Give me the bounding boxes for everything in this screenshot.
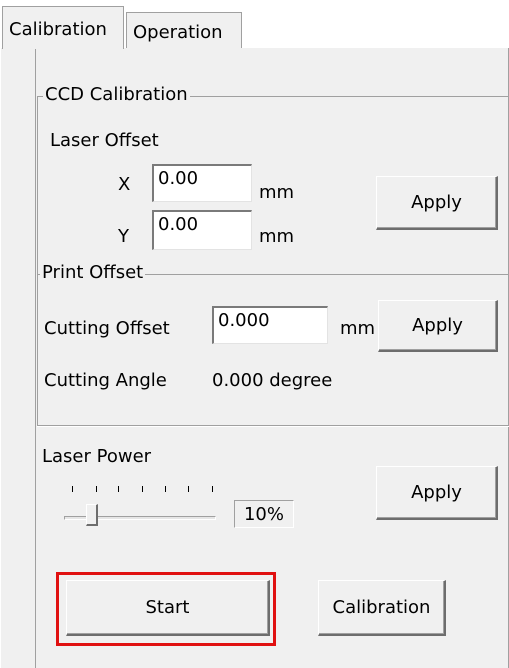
ccd-group-left-line [37, 96, 38, 426]
x-offset-input[interactable]: 0.00 [152, 164, 252, 202]
start-button-label: Start [145, 597, 190, 618]
panel-left-edge [35, 48, 36, 668]
ccd-apply-button[interactable]: Apply [376, 176, 498, 230]
slider-tick [165, 486, 166, 492]
laser-power-value: 10% [243, 503, 284, 525]
slider-tick [212, 486, 213, 492]
laser-power-label: Laser Power [42, 446, 152, 467]
print-offset-apply-button[interactable]: Apply [378, 300, 498, 352]
slider-tick [142, 486, 143, 492]
laser-power-separator-highlight [37, 426, 509, 427]
y-label: Y [118, 226, 129, 247]
ccd-calibration-legend: CCD Calibration [43, 84, 190, 105]
laser-offset-label: Laser Offset [50, 130, 159, 151]
y-offset-input[interactable]: 0.00 [152, 210, 252, 250]
cutting-offset-label: Cutting Offset [44, 318, 170, 339]
laser-power-value-box: 10% [234, 500, 294, 528]
print-offset-legend: Print Offset [40, 262, 146, 283]
tab-operation-label: Operation [133, 22, 223, 43]
cutting-offset-unit: mm [340, 318, 376, 339]
slider-tick [118, 486, 119, 492]
start-button[interactable]: Start [66, 580, 270, 636]
tab-calibration[interactable]: Calibration [2, 6, 124, 49]
cutting-offset-input[interactable]: 0.000 [212, 306, 328, 344]
tab-calibration-label: Calibration [9, 19, 107, 40]
calibration-button-label: Calibration [332, 597, 431, 618]
laser-power-apply-label: Apply [411, 482, 462, 503]
slider-tick [188, 486, 189, 492]
calibration-button[interactable]: Calibration [318, 580, 446, 636]
slider-tick [96, 486, 97, 492]
laser-power-apply-button[interactable]: Apply [376, 466, 498, 520]
laser-power-slider-thumb[interactable] [86, 504, 98, 526]
cutting-angle-value: 0.000 degree [212, 370, 333, 391]
x-unit-label: mm [259, 182, 295, 203]
x-label: X [118, 174, 131, 195]
print-offset-apply-label: Apply [412, 315, 463, 336]
slider-tick [72, 486, 73, 492]
cutting-angle-label: Cutting Angle [44, 370, 167, 391]
ccd-apply-label: Apply [411, 192, 462, 213]
y-unit-label: mm [259, 226, 295, 247]
tab-operation[interactable]: Operation [126, 12, 242, 48]
